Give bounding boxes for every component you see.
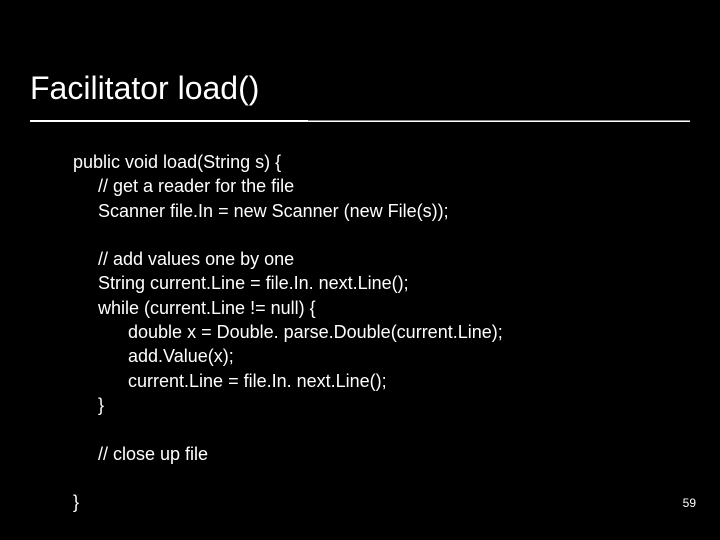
code-line: while (current.Line != null) {	[73, 298, 316, 318]
page-number: 59	[683, 496, 696, 510]
title-underline	[30, 120, 690, 122]
code-line: // add values one by one	[73, 249, 294, 269]
slide-title: Facilitator load()	[30, 70, 259, 107]
code-line: current.Line = file.In. next.Line();	[73, 371, 387, 391]
code-line: }	[73, 492, 79, 512]
code-line: Scanner file.In = new Scanner (new File(…	[73, 201, 449, 221]
code-line: // close up file	[73, 444, 208, 464]
code-line: public void load(String s) {	[73, 152, 281, 172]
code-block: public void load(String s) { // get a re…	[73, 150, 503, 514]
slide: Facilitator load() public void load(Stri…	[0, 0, 720, 540]
code-line: add.Value(x);	[73, 346, 234, 366]
code-line: String current.Line = file.In. next.Line…	[73, 273, 409, 293]
code-line: double x = Double. parse.Double(current.…	[73, 322, 503, 342]
code-line: }	[73, 395, 104, 415]
code-line: // get a reader for the file	[73, 176, 294, 196]
